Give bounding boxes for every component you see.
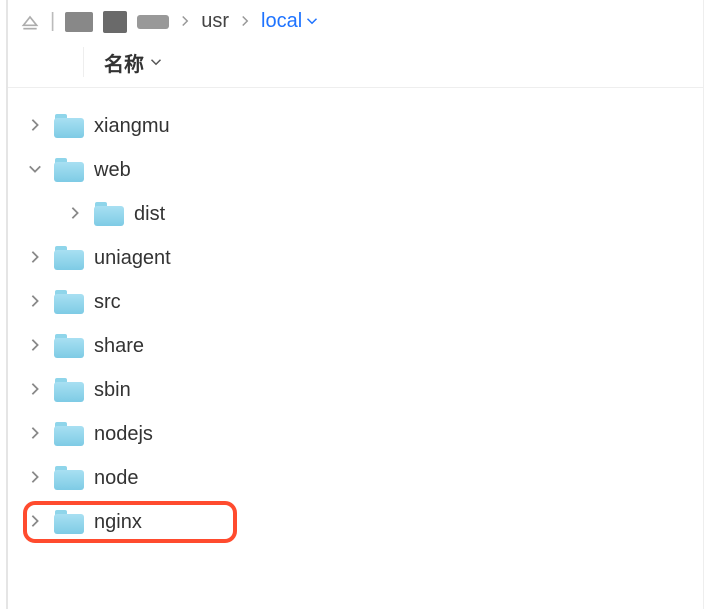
chevron-right-icon[interactable]: [26, 380, 44, 401]
folder-icon: [54, 422, 84, 446]
folder-icon: [54, 158, 84, 182]
folder-icon: [94, 202, 124, 226]
chevron-right-icon[interactable]: [26, 116, 44, 137]
folder-label: nginx: [94, 511, 142, 534]
folder-label: uniagent: [94, 247, 171, 270]
chevron-right-icon[interactable]: [26, 336, 44, 357]
folder-icon: [54, 510, 84, 534]
eject-icon[interactable]: [20, 12, 40, 32]
chevron-right-icon: [179, 10, 191, 33]
folder-label: dist: [134, 203, 165, 226]
folder-tree: xiangmu webdist uniagent src share sbin nodejs…: [8, 88, 703, 544]
folder-row[interactable]: uniagent: [26, 236, 703, 280]
folder-label: sbin: [94, 379, 131, 402]
chevron-right-icon[interactable]: [26, 512, 44, 533]
folder-row[interactable]: sbin: [26, 368, 703, 412]
folder-label: nodejs: [94, 423, 153, 446]
folder-icon: [54, 246, 84, 270]
folder-label: node: [94, 467, 139, 490]
folder-label: src: [94, 291, 121, 314]
folder-icon: [54, 334, 84, 358]
breadcrumb-current-label: local: [261, 10, 302, 33]
divider: |: [50, 10, 55, 33]
chevron-right-icon[interactable]: [26, 292, 44, 313]
chevron-right-icon: [239, 10, 251, 33]
column-header-name[interactable]: 名称: [84, 48, 162, 77]
spacer-column: [8, 47, 84, 77]
chevron-down-icon: [306, 10, 318, 33]
column-header-label: 名称: [104, 48, 144, 77]
folder-row[interactable]: nodejs: [26, 412, 703, 456]
chevron-right-icon[interactable]: [26, 424, 44, 445]
folder-label: share: [94, 335, 144, 358]
folder-row[interactable]: share: [26, 324, 703, 368]
chevron-down-icon[interactable]: [26, 160, 44, 181]
folder-label: xiangmu: [94, 115, 170, 138]
column-header-row: 名称: [8, 41, 703, 88]
folder-icon: [54, 114, 84, 138]
folder-row[interactable]: node: [26, 456, 703, 500]
folder-row[interactable]: dist: [26, 192, 703, 236]
folder-icon: [54, 378, 84, 402]
folder-icon: [54, 290, 84, 314]
folder-label: web: [94, 159, 131, 182]
obscured-path-segment: [65, 11, 169, 33]
chevron-down-icon: [150, 51, 162, 74]
file-browser: | usr local 名称 xiangmuwebdistuniage: [6, 0, 704, 609]
breadcrumb-item-usr[interactable]: usr: [201, 10, 229, 33]
folder-row[interactable]: web: [26, 148, 703, 192]
folder-icon: [54, 466, 84, 490]
chevron-right-icon[interactable]: [66, 204, 84, 225]
chevron-right-icon[interactable]: [26, 248, 44, 269]
breadcrumb: | usr local: [8, 0, 703, 41]
breadcrumb-item-current[interactable]: local: [261, 10, 318, 33]
chevron-right-icon[interactable]: [26, 468, 44, 489]
folder-row[interactable]: nginx: [26, 500, 703, 544]
folder-row[interactable]: xiangmu: [26, 104, 703, 148]
folder-row[interactable]: src: [26, 280, 703, 324]
